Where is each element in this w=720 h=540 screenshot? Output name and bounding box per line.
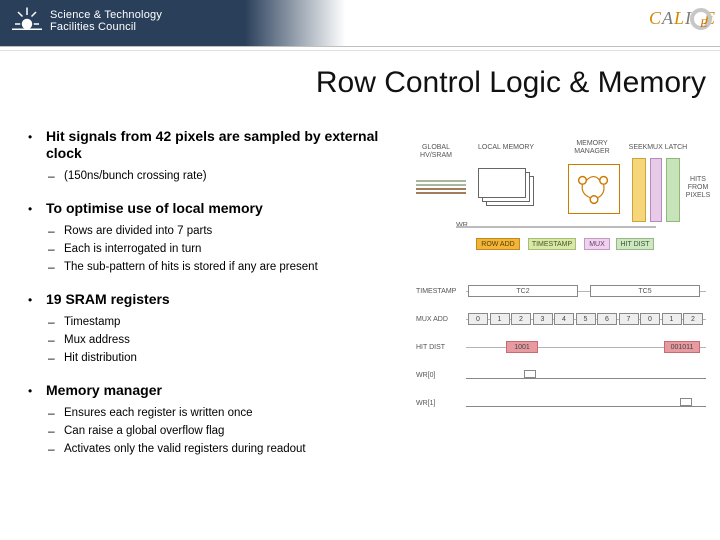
mux-cell: 5: [576, 313, 596, 325]
bullet-2: 19 SRAM registers Timestamp Mux address …: [28, 291, 388, 366]
calice-logo: CALIE: [649, 8, 716, 31]
diagrams: GLOBAL HV/SRAM LOCAL MEMORY MEMORY MANAG…: [416, 140, 706, 434]
mux-cell: 2: [511, 313, 531, 325]
mux-cell: 6: [597, 313, 617, 325]
lbl-global: GLOBAL HV/SRAM: [414, 144, 458, 160]
sub: (150ns/bunch crossing rate): [46, 168, 388, 184]
bullet-3: Memory manager Ensures each register is …: [28, 382, 388, 457]
track-hitdist: 1001 001011: [466, 340, 706, 354]
latch-block: [666, 158, 680, 222]
hit-b: 001011: [664, 341, 700, 353]
block-diagram: GLOBAL HV/SRAM LOCAL MEMORY MEMORY MANAG…: [416, 140, 706, 270]
mux-box: MUX: [584, 238, 610, 250]
sub: Each is interrogated in turn: [46, 241, 388, 257]
lbl-latch: LATCH: [664, 144, 688, 152]
bullet-head: Memory manager: [46, 382, 388, 399]
track-timestamp: TC2 TC5: [466, 284, 706, 298]
sub: The sub-pattern of hits is stored if any…: [46, 259, 388, 275]
bullet-head: 19 SRAM registers: [46, 291, 388, 308]
sub: Rows are divided into 7 parts: [46, 223, 388, 239]
org-line1: Science & Technology: [50, 9, 162, 21]
stfc-logo: Science & Technology Facilities Council: [12, 6, 162, 36]
ring-icon: [690, 8, 712, 30]
mux-cell: 1: [490, 313, 510, 325]
sub: Timestamp: [46, 314, 388, 330]
timing-diagram: TIMESTAMP TC2 TC5 MUX ADD 01234567012 HI…: [416, 284, 706, 434]
track-muxadd: 01234567012: [466, 312, 706, 326]
bullet-list: Hit signals from 42 pixels are sampled b…: [28, 128, 388, 457]
local-memory-icon: [478, 168, 536, 212]
stfc-text: Science & Technology Facilities Council: [50, 9, 162, 33]
lbl-localmem: LOCAL MEMORY: [476, 144, 536, 152]
slide: Science & Technology Facilities Council …: [0, 0, 720, 540]
row-hitdist: HIT DIST: [416, 344, 464, 352]
page-title: Row Control Logic & Memory: [0, 66, 714, 100]
tc-b: TC5: [590, 285, 700, 297]
header-rule2: [0, 50, 720, 51]
mux-cell: 7: [619, 313, 639, 325]
row-timestamp: TIMESTAMP: [416, 288, 464, 296]
sub: Ensures each register is written once: [46, 405, 388, 421]
mux-cell: 3: [533, 313, 553, 325]
org-line2: Facilities Council: [50, 21, 162, 33]
bullet-1: To optimise use of local memory Rows are…: [28, 200, 388, 275]
track-wr1: [466, 396, 706, 410]
sub: Mux address: [46, 332, 388, 348]
row-wr0: WR[0]: [416, 372, 464, 380]
memory-manager-icon: [568, 164, 620, 214]
mux-cell: 0: [640, 313, 660, 325]
content: Hit signals from 42 pixels are sampled b…: [28, 128, 388, 473]
lbl-seek: SEEK: [628, 144, 648, 152]
mux-block: [650, 158, 662, 222]
row-wr1: WR[1]: [416, 400, 464, 408]
lbl-hits: HITS FROM PIXELS: [684, 176, 712, 200]
track-wr0: [466, 368, 706, 382]
hitdist-box: HIT DIST: [616, 238, 654, 250]
row-muxadd: MUX ADD: [416, 316, 464, 324]
sub: Hit distribution: [46, 350, 388, 366]
seek-block: [632, 158, 646, 222]
sub: Activates only the valid registers durin…: [46, 441, 388, 457]
mux-cell: 4: [554, 313, 574, 325]
timestamp-box: TIMESTAMP: [528, 238, 576, 250]
rowadd-box: ROW ADD: [476, 238, 520, 250]
bullet-head: Hit signals from 42 pixels are sampled b…: [46, 128, 388, 162]
mux-cell: 1: [662, 313, 682, 325]
sub: Can raise a global overflow flag: [46, 423, 388, 439]
lbl-mux: MUX: [646, 144, 664, 152]
mux-cell: 2: [683, 313, 703, 325]
bullet-0: Hit signals from 42 pixels are sampled b…: [28, 128, 388, 184]
header-rule: [0, 46, 720, 47]
hit-a: 1001: [506, 341, 538, 353]
mux-cell: 0: [468, 313, 488, 325]
bullet-head: To optimise use of local memory: [46, 200, 388, 217]
wr-line: [456, 226, 656, 228]
tc-a: TC2: [468, 285, 578, 297]
bus-lines: [416, 180, 466, 194]
header: Science & Technology Facilities Council …: [0, 0, 720, 56]
sun-icon: [12, 6, 42, 36]
lbl-memmgr: MEMORY MANAGER: [560, 140, 624, 156]
